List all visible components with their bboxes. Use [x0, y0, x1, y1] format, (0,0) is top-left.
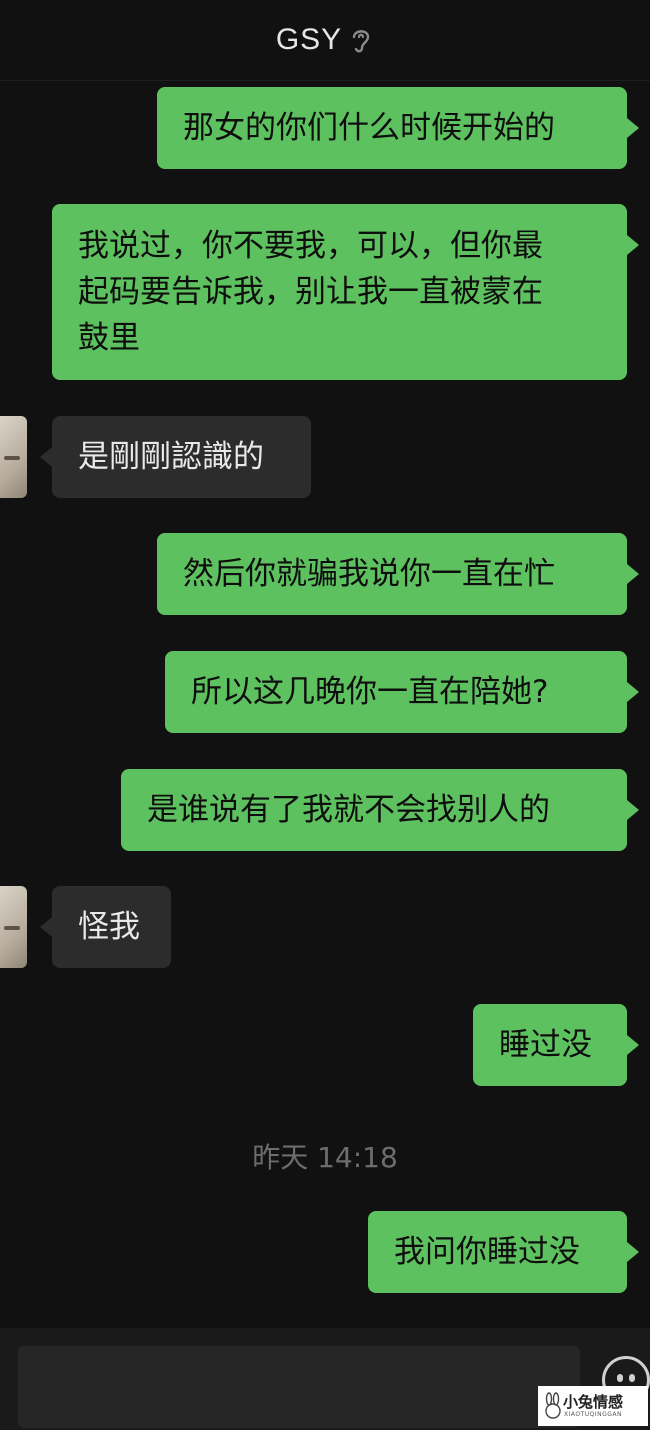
message-bubble-sent[interactable]: 我问你睡过没 [368, 1211, 627, 1293]
bubble-tail [627, 800, 639, 820]
message-bubble-sent[interactable]: 然后你就骗我说你一直在忙 [157, 533, 627, 615]
message-bubble-sent[interactable]: 那女的你们什么时候开始的 [157, 87, 627, 169]
message-text: 睡过没 [499, 1027, 592, 1063]
avatar[interactable] [0, 886, 27, 968]
bubble-tail [627, 682, 639, 702]
message-input[interactable] [18, 1346, 580, 1428]
message-text: 是谁说有了我就不会找别人的 [147, 792, 550, 828]
message-text: 然后你就骗我说你一直在忙 [183, 556, 555, 592]
message-text: 所以这几晚你一直在陪她? [191, 674, 549, 710]
rabbit-icon [545, 1392, 561, 1419]
message-bubble-sent[interactable]: 我说过，你不要我，可以，但你最 起码要告诉我，别让我一直被蒙在 鼓里 [52, 204, 627, 380]
message-text: 是剛剛認識的 [78, 439, 264, 475]
message-bubble-sent[interactable]: 是谁说有了我就不会找别人的 [121, 769, 627, 851]
message-bubble-received[interactable]: 是剛剛認識的 [52, 416, 311, 498]
chat-title[interactable]: GSY [276, 23, 342, 57]
watermark-text: 小兔情感 [562, 1393, 623, 1411]
bubble-tail [627, 118, 639, 138]
message-text: 怪我 [78, 909, 140, 945]
bubble-tail [627, 564, 639, 584]
bubble-tail [627, 235, 639, 255]
message-bubble-sent[interactable]: 睡过没 [473, 1004, 627, 1086]
bubble-tail [40, 447, 52, 467]
bubble-tail [40, 917, 52, 937]
avatar[interactable] [0, 416, 27, 498]
watermark-logo: 小兔情感 XIAOTUQINGGAN [538, 1386, 648, 1426]
message-bubble-received[interactable]: 怪我 [52, 886, 171, 968]
timestamp: 昨天 14:18 [252, 1141, 398, 1174]
bubble-tail [627, 1242, 639, 1262]
message-text: 我说过，你不要我，可以，但你最 起码要告诉我，别让我一直被蒙在 鼓里 [78, 228, 543, 356]
ear-icon [352, 30, 370, 53]
chat-header: GSY [0, 0, 650, 81]
watermark-subtext: XIAOTUQINGGAN [563, 1411, 623, 1418]
message-bubble-sent[interactable]: 所以这几晚你一直在陪她? [165, 651, 627, 733]
bubble-tail [627, 1035, 639, 1055]
message-text: 那女的你们什么时候开始的 [183, 110, 555, 146]
message-text: 我问你睡过没 [394, 1234, 580, 1270]
